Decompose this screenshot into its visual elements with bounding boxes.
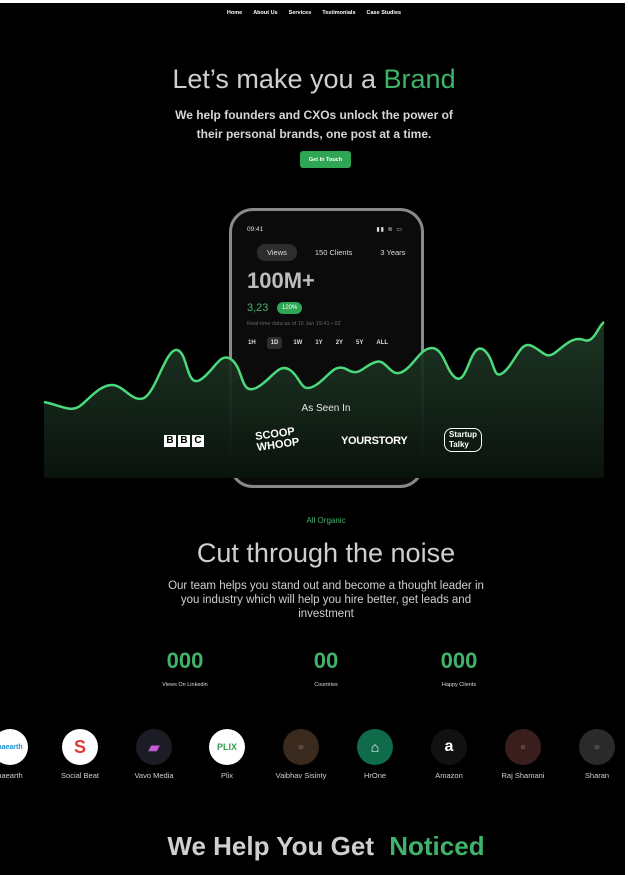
nav-testimonials[interactable]: Testimonials: [322, 10, 355, 16]
stat-countries-value: 00: [313, 648, 339, 673]
client-name: naearth: [0, 771, 23, 780]
hero-title-main: Let’s make you a: [172, 64, 377, 94]
noticed-title: We Help You Get Noticed: [0, 831, 628, 862]
phone-percent-badge: 120%: [277, 302, 303, 314]
tab-views[interactable]: Views: [257, 244, 297, 261]
nav-case-studies[interactable]: Case Studies: [367, 10, 402, 16]
range-1y[interactable]: 1Y: [313, 337, 324, 349]
nav-about-us[interactable]: About Us: [253, 10, 277, 16]
nav-services[interactable]: Services: [289, 10, 312, 16]
phone-ranges: 1H 1D 1W 1Y 2Y 5Y ALL: [246, 337, 390, 349]
client-avatar-sharan: ☺: [579, 729, 615, 765]
client-carousel: naearth naearth S Social Beat ▰ Vavo Med…: [0, 729, 628, 789]
range-2y[interactable]: 2Y: [334, 337, 345, 349]
stat-views: 000 Views On Linkedin: [150, 648, 220, 688]
client-item[interactable]: ☺ Vaibhav Sisinty: [266, 729, 336, 780]
yourstory-logo: YOURSTORY: [341, 435, 408, 447]
client-name: Raj Shamani: [501, 771, 545, 780]
startuptalky-logo: Startup Talky: [444, 428, 482, 452]
client-item[interactable]: naearth naearth: [0, 729, 45, 780]
range-all[interactable]: ALL: [374, 337, 390, 349]
client-item[interactable]: ☺ Raj Shamani: [488, 729, 558, 780]
noticed-title-accent: Noticed: [389, 831, 485, 861]
client-item[interactable]: ⌂ HrOne: [340, 729, 410, 780]
range-1d[interactable]: 1D: [266, 337, 283, 349]
stat-clients: 000 Happy Clients: [424, 648, 494, 688]
noticed-title-main: We Help You Get: [167, 831, 374, 861]
as-seen-in-heading: As Seen In: [301, 403, 351, 414]
cut-through-title: Cut through the noise: [196, 538, 456, 568]
range-1w[interactable]: 1W: [291, 337, 304, 349]
client-name: Vavo Media: [134, 771, 174, 780]
phone-tabs: Views 150 Clients 3 Years: [257, 244, 415, 261]
client-logo-amazon: a: [431, 729, 467, 765]
stat-countries: 00 Countries: [291, 648, 361, 688]
tab-clients[interactable]: 150 Clients: [305, 244, 363, 261]
nav-home[interactable]: Home: [227, 10, 242, 16]
range-1h[interactable]: 1H: [246, 337, 258, 349]
phone-time: 09:41: [247, 226, 264, 233]
hero-subtitle: We help founders and CXOs unlock the pow…: [175, 108, 453, 141]
stat-clients-label: Happy Clients: [441, 682, 477, 688]
phone-big-value: 100M+: [247, 268, 315, 293]
phone-note: Real-time data as of 16 Jan 19:41 • 02: [247, 321, 341, 327]
client-name: HrOne: [363, 771, 387, 780]
client-logo-socialbeat: S: [62, 729, 98, 765]
bbc-logo: BBC: [164, 435, 204, 447]
client-avatar-vaibhav: ☺: [283, 729, 319, 765]
client-logo-hrone: ⌂: [357, 729, 393, 765]
phone-status-icons: ▮▮ ≋ ▭: [376, 227, 403, 233]
top-border: [0, 0, 628, 3]
stat-views-label: Views On Linkedin: [162, 682, 208, 688]
client-avatar-raj: ☺: [505, 729, 541, 765]
hero-title-accent: Brand: [383, 64, 456, 94]
range-5y[interactable]: 5Y: [354, 337, 365, 349]
tab-years[interactable]: 3 Years: [370, 244, 415, 261]
all-organic-eyebrow: All Organic: [306, 516, 346, 525]
main-nav: Home About Us Services Testimonials Case…: [0, 10, 628, 16]
client-name: Social Beat: [61, 771, 99, 780]
stat-countries-label: Countries: [314, 682, 338, 688]
client-name: Amazon: [435, 771, 463, 780]
client-item[interactable]: a Amazon: [414, 729, 484, 780]
stat-clients-value: 000: [440, 648, 478, 673]
organic-paragraph: Our team helps you stand out and become …: [168, 580, 484, 620]
client-name: Vaibhav Sisinty: [275, 771, 327, 780]
client-item[interactable]: PLIX Plix: [192, 729, 262, 780]
client-name: Plix: [220, 771, 234, 780]
client-logo-plix: PLIX: [209, 729, 245, 765]
client-name: Sharan: [584, 771, 610, 780]
client-logo-naearth: naearth: [0, 729, 28, 765]
client-item[interactable]: ▰ Vavo Media: [119, 729, 189, 780]
client-item[interactable]: S Social Beat: [45, 729, 115, 780]
stat-views-value: 000: [166, 648, 204, 673]
phone-value: 3,23: [247, 302, 269, 314]
client-item[interactable]: ☺ Sharan: [562, 729, 628, 780]
client-logo-vavomedia: ▰: [136, 729, 172, 765]
get-in-touch-button[interactable]: Get In Touch: [300, 151, 351, 168]
hero-title: Let’s make you a Brand: [0, 64, 628, 95]
